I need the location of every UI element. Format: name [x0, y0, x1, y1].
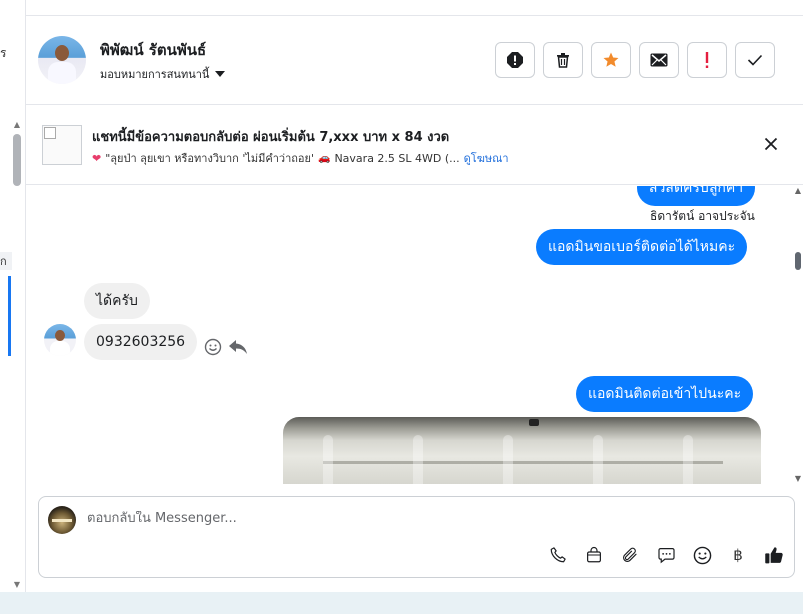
star-button[interactable]	[591, 42, 631, 78]
shopping-bag-icon	[587, 546, 601, 563]
bottom-band	[0, 592, 803, 614]
view-ad-link[interactable]: ดูโฆษณา	[464, 149, 509, 167]
assign-conversation-dropdown[interactable]: มอบหมายการสนทนานี้	[100, 65, 226, 83]
call-button[interactable]	[545, 542, 571, 568]
page-avatar	[48, 506, 76, 534]
scrollbar-thumb[interactable]	[795, 252, 801, 270]
react-button[interactable]	[204, 338, 222, 360]
composer-tools: ฿	[545, 542, 787, 568]
check-icon	[747, 54, 763, 66]
incoming-message[interactable]: ได้ครับ	[84, 283, 150, 319]
conversation-list-fragment: ร	[0, 46, 7, 60]
conversation-list-scrollbar[interactable]: ▲ ▼	[12, 120, 22, 590]
delete-button[interactable]	[543, 42, 583, 78]
reply-arrow-icon	[229, 340, 247, 354]
scroll-up-arrow-icon[interactable]: ▲	[793, 186, 803, 196]
assign-conversation-label: มอบหมายการสนทนานี้	[100, 68, 210, 81]
close-ad-context-button[interactable]	[762, 135, 780, 153]
exclamation-icon	[705, 52, 709, 68]
conversation-list-panel: ร ก ▲ ▼	[0, 0, 26, 592]
scroll-down-arrow-icon[interactable]: ▼	[793, 474, 803, 484]
selected-conversation-indicator	[8, 276, 11, 356]
saved-replies-icon	[657, 548, 675, 564]
scroll-down-arrow-icon[interactable]: ▼	[12, 580, 22, 590]
ad-headline-text: "ลุยป่า ลุยเขา หรือทางวิบาก 'ไม่มีคำว่าถ…	[105, 152, 314, 165]
saved-replies-button[interactable]	[653, 542, 679, 568]
outgoing-message[interactable]: แอดมินติดต่อเข้าไปนะคะ	[576, 376, 754, 412]
spam-icon	[507, 52, 523, 68]
emoji-button[interactable]	[689, 542, 715, 568]
mark-as-unread-button[interactable]	[639, 42, 679, 78]
close-icon	[764, 137, 778, 151]
contact-avatar-small[interactable]	[44, 324, 76, 356]
ad-thumbnail[interactable]	[42, 125, 82, 165]
ad-title: แชทนี้มีข้อความตอบกลับต่อ ผ่อนเริ่มต้น 7…	[92, 130, 450, 145]
scrollbar-thumb[interactable]	[13, 134, 21, 186]
reply-composer: ฿	[38, 496, 795, 578]
car-icon: 🚗	[318, 152, 331, 164]
scroll-up-arrow-icon[interactable]: ▲	[12, 120, 22, 130]
shop-button[interactable]	[581, 542, 607, 568]
image-attachment[interactable]	[283, 417, 761, 484]
conversation-list-fragment-selected[interactable]: ก	[0, 252, 12, 270]
attach-file-button[interactable]	[617, 542, 643, 568]
message-sender-name: ธิดารัตน์ อาจประจัน	[650, 209, 755, 223]
mark-as-spam-button[interactable]	[495, 42, 535, 78]
outgoing-message[interactable]: แอดมินขอเบอร์ติดต่อได้ไหมคะ	[536, 229, 748, 265]
ad-subtitle: ❤ "ลุยป่า ลุยเขา หรือทางวิบาก 'ไม่มีคำว่…	[92, 149, 509, 167]
reply-button[interactable]	[228, 339, 248, 359]
contact-name[interactable]: พิพัฒน์ รัตนพันธ์	[100, 38, 206, 62]
incoming-message[interactable]: 0932603256	[84, 324, 198, 360]
conversation-header: พิพัฒน์ รัตนพันธ์ มอบหมายการสนทนานี้	[26, 16, 803, 105]
send-like-button[interactable]	[761, 542, 787, 568]
contact-avatar[interactable]	[38, 36, 86, 84]
smiley-icon	[204, 338, 222, 356]
follow-up-button[interactable]	[687, 42, 727, 78]
baht-icon: ฿	[733, 546, 743, 564]
mark-as-done-button[interactable]	[735, 42, 775, 78]
trash-icon	[557, 53, 569, 68]
heart-icon: ❤	[92, 151, 102, 165]
outgoing-message[interactable]: สวัสดีครับลูกค้า	[637, 186, 756, 206]
ad-car-model: Navara 2.5 SL 4WD (...	[334, 151, 460, 165]
ad-context-bar: แชทนี้มีข้อความตอบกลับต่อ ผ่อนเริ่มต้น 7…	[26, 106, 803, 185]
envelope-icon	[650, 53, 668, 67]
broken-image-icon	[44, 127, 56, 139]
emoji-icon	[693, 546, 711, 564]
phone-icon	[550, 547, 566, 563]
message-thread-scrollbar[interactable]: ▲ ▼	[792, 186, 803, 484]
thumbs-up-icon	[765, 547, 783, 564]
paperclip-icon	[623, 547, 637, 562]
message-thread: สวัสดีครับลูกค้า ธิดารัตน์ อาจประจัน แอด…	[26, 186, 792, 484]
caret-down-icon	[215, 71, 226, 77]
payment-button[interactable]: ฿	[725, 542, 751, 568]
star-icon	[603, 52, 619, 67]
reply-input[interactable]	[87, 511, 687, 526]
header-actions	[495, 42, 775, 78]
